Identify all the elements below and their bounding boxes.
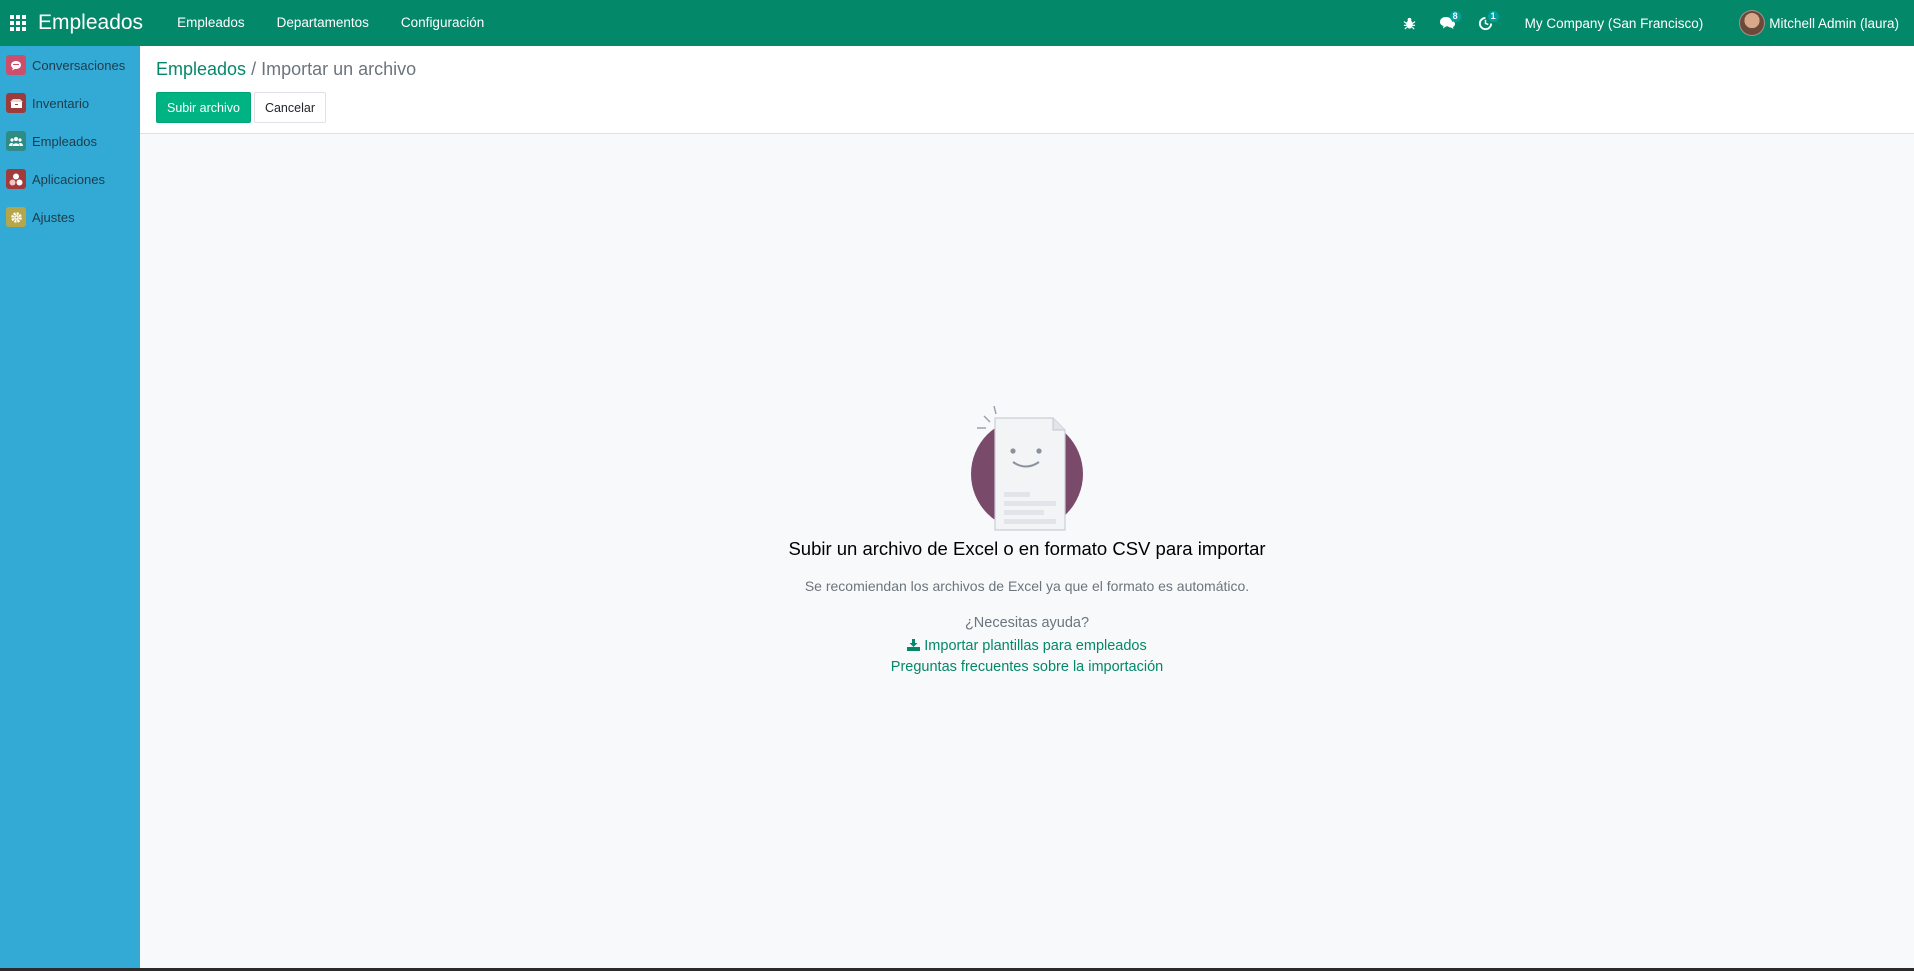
- sidebar-item-ajustes[interactable]: Ajustes: [0, 198, 140, 236]
- user-menu[interactable]: Mitchell Admin (laura): [1739, 10, 1914, 36]
- smiling-document-illustration: [967, 396, 1087, 536]
- breadcrumb-parent-link[interactable]: Empleados: [156, 59, 246, 79]
- chat-icon: [6, 55, 26, 75]
- debug-bug-icon[interactable]: [1391, 0, 1429, 46]
- breadcrumb: Empleados / Importar un archivo: [156, 59, 416, 80]
- import-help: Subir un archivo de Excel o en formato C…: [140, 538, 1914, 679]
- menu-empleados[interactable]: Empleados: [161, 0, 261, 46]
- import-subtitle: Se recomiendan los archivos de Excel ya …: [804, 578, 1250, 594]
- menu-configuracion[interactable]: Configuración: [385, 0, 500, 46]
- sidebar-item-label: Inventario: [32, 95, 90, 111]
- apps-icon: [6, 169, 26, 189]
- inventory-icon: [6, 93, 26, 113]
- sidebar: Conversaciones Inventario Empleados Apli…: [0, 46, 140, 971]
- import-faq-link[interactable]: Preguntas frecuentes sobre la importació…: [891, 659, 1163, 675]
- breadcrumb-current: Importar un archivo: [261, 59, 417, 79]
- breadcrumb-separator: /: [246, 59, 262, 79]
- control-buttons: Subir archivo Cancelar: [156, 92, 326, 123]
- sidebar-item-label: Conversaciones: [32, 57, 126, 73]
- menu-departamentos[interactable]: Departamentos: [261, 0, 385, 46]
- messages-badge: 8: [1449, 11, 1461, 22]
- activity-clock-icon[interactable]: 1: [1467, 0, 1505, 46]
- download-icon: [907, 639, 921, 651]
- import-template-link[interactable]: Importar plantillas para empleados: [907, 638, 1147, 654]
- import-template-label: Importar plantillas para empleados: [924, 638, 1147, 654]
- sidebar-item-aplicaciones[interactable]: Aplicaciones: [0, 160, 140, 198]
- activity-badge: 1: [1487, 11, 1499, 22]
- sidebar-item-label: Aplicaciones: [32, 171, 105, 187]
- sidebar-item-label: Ajustes: [32, 209, 75, 225]
- upload-file-button[interactable]: Subir archivo: [156, 92, 251, 123]
- sidebar-item-label: Empleados: [32, 133, 98, 149]
- navbar-systray: 8 1 My Company (San Francisco) Mitchell …: [1391, 0, 1914, 46]
- apps-menu-icon[interactable]: [2, 0, 34, 46]
- cancel-button[interactable]: Cancelar: [253, 92, 326, 123]
- sidebar-item-empleados[interactable]: Empleados: [0, 122, 140, 160]
- import-title: Subir un archivo de Excel o en formato C…: [788, 538, 1266, 559]
- employees-icon: [6, 131, 26, 151]
- help-question: ¿Necesitas ayuda?: [964, 615, 1090, 631]
- messages-icon[interactable]: 8: [1429, 0, 1467, 46]
- top-navbar: Empleados Empleados Departamentos Config…: [0, 0, 1914, 46]
- sidebar-item-conversaciones[interactable]: Conversaciones: [0, 46, 140, 84]
- user-name: Mitchell Admin (laura): [1769, 15, 1899, 31]
- sidebar-item-inventario[interactable]: Inventario: [0, 84, 140, 122]
- control-panel: Empleados / Importar un archivo Subir ar…: [140, 46, 1914, 134]
- app-brand[interactable]: Empleados: [38, 11, 143, 35]
- settings-icon: [6, 207, 26, 227]
- avatar: [1739, 10, 1766, 36]
- company-switcher[interactable]: My Company (San Francisco): [1505, 16, 1740, 31]
- import-content: Subir un archivo de Excel o en formato C…: [140, 134, 1914, 971]
